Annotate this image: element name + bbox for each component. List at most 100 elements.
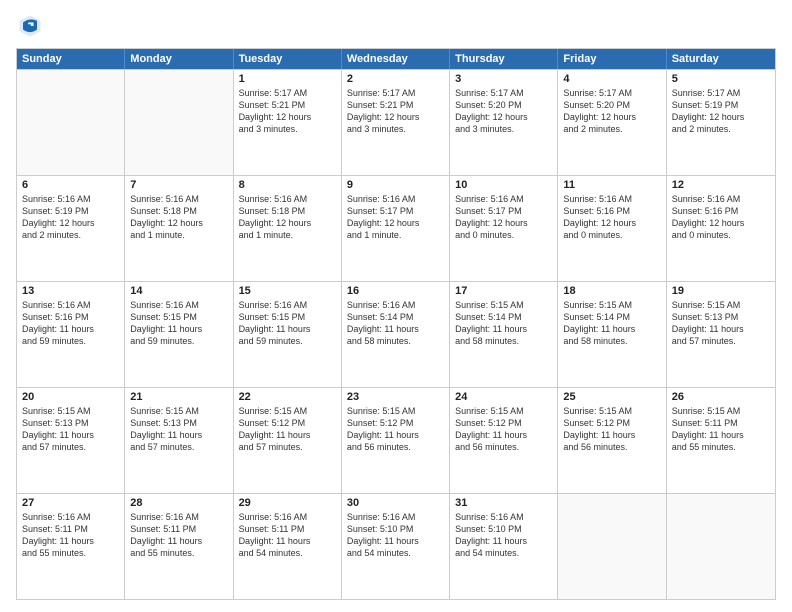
cell-line: Sunset: 5:17 PM [455,205,552,217]
cell-line: Daylight: 11 hours [455,429,552,441]
cell-line: Sunrise: 5:17 AM [563,87,660,99]
cell-line: Sunrise: 5:17 AM [347,87,444,99]
cell-line: Daylight: 11 hours [239,429,336,441]
cell-line: Sunset: 5:18 PM [239,205,336,217]
cell-line: Sunrise: 5:16 AM [22,511,119,523]
day-number: 12 [672,179,770,191]
cell-line: and 55 minutes. [22,547,119,559]
cell-line: and 1 minute. [130,229,227,241]
cell-line: and 1 minute. [239,229,336,241]
day-number: 9 [347,179,444,191]
cell-line: Daylight: 11 hours [130,535,227,547]
cell-line: Daylight: 12 hours [563,217,660,229]
cell-line: Sunrise: 5:16 AM [130,193,227,205]
cell-line: Sunset: 5:11 PM [239,523,336,535]
week-row-3: 13 Sunrise: 5:16 AM Sunset: 5:16 PM Dayligh… [17,281,775,387]
day-number: 21 [130,391,227,403]
empty-cell [17,70,125,175]
day-number: 10 [455,179,552,191]
day-cell-22: 22Sunrise: 5:15 AMSunset: 5:12 PMDayligh… [234,388,342,493]
cell-line: and 59 minutes. [239,335,336,347]
cell-line: and 57 minutes. [672,335,770,347]
day-cell-24: 24Sunrise: 5:15 AMSunset: 5:12 PMDayligh… [450,388,558,493]
day-cell-2: 2Sunrise: 5:17 AMSunset: 5:21 PMDaylight… [342,70,450,175]
cell-line: Sunrise: 5:16 AM [455,193,552,205]
day-cell-4: 4 Sunrise: 5:17 AMSunset: 5:20 PMDaylight… [558,70,666,175]
cell-line: Daylight: 12 hours [239,111,336,123]
day-number: 27 [22,497,119,509]
cell-line: and 55 minutes. [672,441,770,453]
cell-line: and 56 minutes. [347,441,444,453]
cell-line: and 0 minutes. [563,229,660,241]
cell-line: Sunset: 5:20 PM [563,99,660,111]
cell-line: Sunset: 5:21 PM [239,99,336,111]
cell-line: and 0 minutes. [672,229,770,241]
generalblue-icon [16,12,44,40]
logo [16,12,48,40]
header-day-saturday: Saturday [667,49,775,69]
cell-line: and 54 minutes. [239,547,336,559]
cell-line: Sunset: 5:12 PM [455,417,552,429]
day-cell-25: 25Sunrise: 5:15 AMSunset: 5:12 PMDayligh… [558,388,666,493]
day-cell-23: 23Sunrise: 5:15 AMSunset: 5:12 PMDayligh… [342,388,450,493]
day-number: 2 [347,73,444,85]
day-number: 25 [563,391,660,403]
cell-line: Daylight: 11 hours [239,323,336,335]
cell-line: Sunset: 5:11 PM [672,417,770,429]
cell-line: and 55 minutes. [130,547,227,559]
day-cell-9: 9Sunrise: 5:16 AMSunset: 5:17 PMDaylight… [342,176,450,281]
day-cell-21: 21Sunrise: 5:15 AMSunset: 5:13 PMDayligh… [125,388,233,493]
cell-line: Daylight: 12 hours [130,217,227,229]
day-number: 29 [239,497,336,509]
cell-line: Daylight: 11 hours [22,429,119,441]
header-day-thursday: Thursday [450,49,558,69]
cell-line: and 2 minutes. [22,229,119,241]
day-cell-13: 13Sunrise: 5:16 AMSunset: 5:16 PMDayligh… [17,282,125,387]
cell-line: and 3 minutes. [347,123,444,135]
cell-line: Sunset: 5:15 PM [130,311,227,323]
cell-line: and 58 minutes. [347,335,444,347]
day-cell-1: 1Sunrise: 5:17 AMSunset: 5:21 PMDaylight… [234,70,342,175]
cell-line: Sunset: 5:18 PM [130,205,227,217]
day-number: 13 [22,285,119,297]
cell-line: Daylight: 11 hours [563,429,660,441]
day-number: 17 [455,285,552,297]
day-number: 18 [563,285,660,297]
cell-line: Daylight: 11 hours [347,323,444,335]
day-cell-20: 20Sunrise: 5:15 AMSunset: 5:13 PMDayligh… [17,388,125,493]
day-number: 15 [239,285,336,297]
cell-line: and 2 minutes. [672,123,770,135]
cell-line: Daylight: 11 hours [672,429,770,441]
day-cell-18: 18Sunrise: 5:15 AMSunset: 5:14 PMDayligh… [558,282,666,387]
cell-line: Sunrise: 5:16 AM [239,299,336,311]
cell-line: Sunrise: 5:15 AM [455,405,552,417]
cell-line: Daylight: 11 hours [347,429,444,441]
cell-line: and 3 minutes. [455,123,552,135]
day-number: 1 [239,73,336,85]
cell-line: Sunset: 5:16 PM [563,205,660,217]
page: SundayMondayTuesdayWednesdayThursdayFrid… [0,0,792,612]
day-cell-19: 19Sunrise: 5:15 AMSunset: 5:13 PMDayligh… [667,282,775,387]
week-row-4: 20Sunrise: 5:15 AMSunset: 5:13 PMDayligh… [17,387,775,493]
cell-line: Sunset: 5:17 PM [347,205,444,217]
empty-cell [125,70,233,175]
cell-line: Daylight: 12 hours [563,111,660,123]
cell-line: Sunrise: 5:16 AM [455,511,552,523]
cell-line: Sunset: 5:16 PM [22,311,119,323]
calendar-header: SundayMondayTuesdayWednesdayThursdayFrid… [17,49,775,69]
cell-line: Daylight: 12 hours [347,111,444,123]
day-cell-15: 15 Sunrise: 5:16 AMSunset: 5:15 PMDayligh… [234,282,342,387]
cell-line: Daylight: 11 hours [130,429,227,441]
cell-line: Daylight: 12 hours [455,111,552,123]
day-cell-28: 28Sunrise: 5:16 AMSunset: 5:11 PMDayligh… [125,494,233,599]
day-number: 5 [672,73,770,85]
cell-line: Sunset: 5:15 PM [239,311,336,323]
cell-line: and 58 minutes. [563,335,660,347]
cell-line: Daylight: 12 hours [455,217,552,229]
cell-line: and 2 minutes. [563,123,660,135]
day-number: 4 [563,73,660,85]
cell-line: Sunset: 5:10 PM [347,523,444,535]
cell-line: Sunrise: 5:15 AM [563,405,660,417]
cell-line: Daylight: 12 hours [347,217,444,229]
cell-line: Sunset: 5:10 PM [455,523,552,535]
